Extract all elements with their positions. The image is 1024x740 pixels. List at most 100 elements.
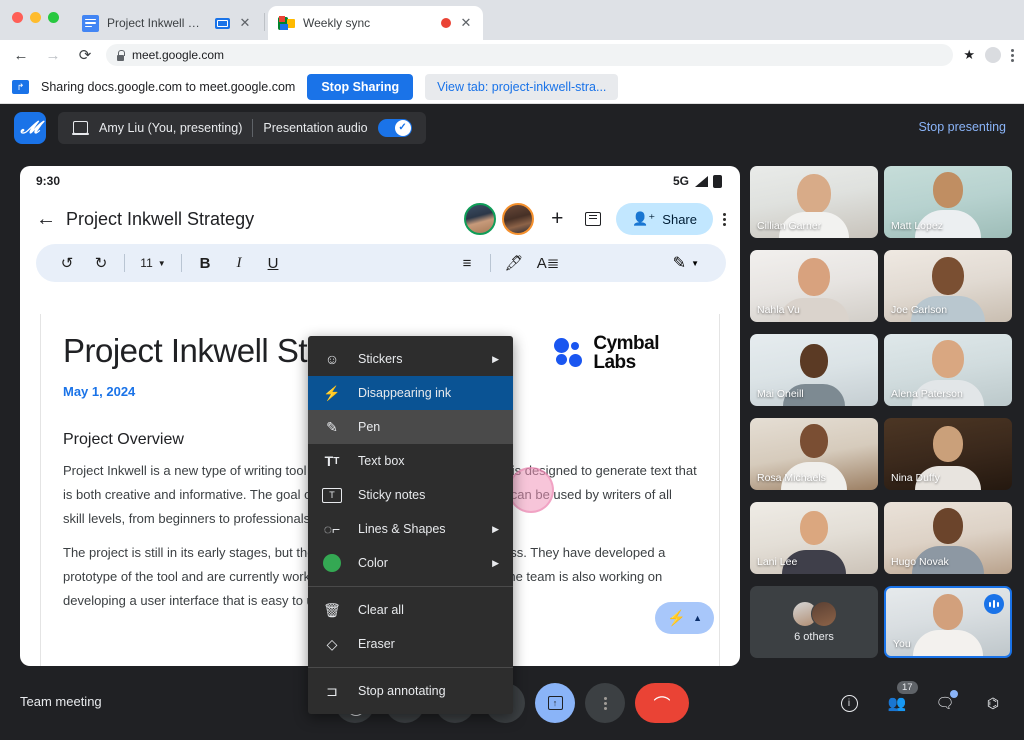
people-icon: 👥 xyxy=(888,694,907,712)
divider xyxy=(181,254,182,272)
font-size-selector[interactable]: 11 ▼ xyxy=(131,248,175,278)
stop-presenting-link[interactable]: Stop presenting xyxy=(918,120,1006,134)
screen-share-icon xyxy=(12,80,29,94)
participant-tile[interactable]: Mai Oneill xyxy=(750,334,878,406)
menu-item-label: Pen xyxy=(358,420,499,434)
pen-icon: ✎ xyxy=(322,417,342,437)
participants-button[interactable]: 👥 17 xyxy=(886,692,908,714)
annotation-context-menu: ☺ Stickers ▶ ⚡ Disappearing ink ✎ Pen TT… xyxy=(308,336,513,714)
plus-icon[interactable]: + xyxy=(544,206,570,232)
leave-call-button[interactable]: ⌒ xyxy=(635,683,689,723)
participant-name: Matt Lopez xyxy=(891,220,943,232)
self-participant-tile[interactable]: You xyxy=(884,586,1012,658)
avatar[interactable] xyxy=(502,203,534,235)
sticky-note-icon: T xyxy=(322,488,342,503)
back-arrow-icon[interactable]: ← xyxy=(36,209,56,229)
reload-icon[interactable]: ⟳ xyxy=(74,44,96,66)
participant-tile[interactable]: Alena Paterson xyxy=(884,334,1012,406)
menu-item-pen[interactable]: ✎ Pen xyxy=(308,410,513,444)
browser-omnibar: ← → ⟳ meet.google.com ★ xyxy=(0,40,1024,70)
menu-item-stickers[interactable]: ☺ Stickers ▶ xyxy=(308,342,513,376)
star-icon[interactable]: ★ xyxy=(963,47,975,63)
underline-button[interactable]: U xyxy=(256,248,290,278)
window-maximize-button[interactable] xyxy=(48,12,59,23)
phone-status-bar: 9:30 5G xyxy=(20,166,740,196)
chevron-down-icon: ▼ xyxy=(158,259,166,268)
menu-divider xyxy=(308,586,513,587)
ink-annotate-icon[interactable]: 🖋 xyxy=(497,248,531,278)
close-icon[interactable]: ✕ xyxy=(459,15,473,31)
disappearing-ink-icon: ⚡ xyxy=(667,609,686,627)
participant-tile[interactable]: Matt Lopez xyxy=(884,166,1012,238)
italic-button[interactable]: I xyxy=(222,248,256,278)
participant-tile[interactable]: Nahla Vu xyxy=(750,250,878,322)
menu-divider xyxy=(308,667,513,668)
info-icon: i xyxy=(841,695,858,712)
bold-button[interactable]: B xyxy=(188,248,222,278)
participant-tile[interactable]: Lani Lee xyxy=(750,502,878,574)
share-button[interactable]: 👤⁺ Share xyxy=(616,203,713,235)
meeting-name: Team meeting xyxy=(20,694,102,709)
menu-item-color[interactable]: Color ▶ xyxy=(308,546,513,580)
menu-item-label: Stickers xyxy=(358,352,476,366)
overflow-participants-tile[interactable]: 6 others xyxy=(750,586,878,658)
chevron-right-icon: ▶ xyxy=(492,558,499,569)
participant-tile[interactable]: Nina Duffy xyxy=(884,418,1012,490)
profile-avatar-icon[interactable] xyxy=(985,47,1001,63)
status-time: 9:30 xyxy=(36,174,60,188)
window-close-button[interactable] xyxy=(12,12,23,23)
annotation-toolbar-fab[interactable]: ⚡ ▲ xyxy=(655,602,714,634)
redo-icon[interactable]: ↻ xyxy=(84,248,118,278)
url-text: meet.google.com xyxy=(132,48,224,62)
browser-tab-docs[interactable]: Project Inkwell Strategy ✕ xyxy=(72,6,262,40)
collaborator-avatars xyxy=(464,203,534,235)
menu-item-sticky-notes[interactable]: T Sticky notes xyxy=(308,478,513,512)
browser-tab-meet[interactable]: Weekly sync ✕ xyxy=(268,6,483,40)
more-options-button[interactable] xyxy=(585,683,625,723)
menu-item-disappearing-ink[interactable]: ⚡ Disappearing ink xyxy=(308,376,513,410)
browser-tab-strip: Project Inkwell Strategy ✕ Weekly sync ✕ xyxy=(0,0,1024,40)
address-bar[interactable]: meet.google.com xyxy=(106,44,953,66)
menu-item-eraser[interactable]: ◇ Eraser xyxy=(308,627,513,661)
avatar[interactable] xyxy=(464,203,496,235)
presentation-bar: 𝓜 Amy Liu (You, presenting) Presentation… xyxy=(0,104,1024,152)
pen-icon: ✎ xyxy=(673,253,686,273)
chat-button[interactable]: 🗨 xyxy=(934,692,956,714)
participant-tile[interactable]: Hugo Novak xyxy=(884,502,1012,574)
stop-sharing-button[interactable]: Stop Sharing xyxy=(307,74,413,100)
kebab-menu-icon[interactable] xyxy=(1011,49,1014,62)
activities-button[interactable]: ⌬ xyxy=(982,692,1004,714)
undo-icon[interactable]: ↺ xyxy=(50,248,84,278)
menu-item-clear-all[interactable]: 🗑 Clear all xyxy=(308,593,513,627)
participant-tile[interactable]: Cillian Garner xyxy=(750,166,878,238)
window-minimize-button[interactable] xyxy=(30,12,41,23)
kebab-menu-icon xyxy=(604,697,607,710)
menu-item-lines-shapes[interactable]: ◌⌐ Lines & Shapes ▶ xyxy=(308,512,513,546)
menu-item-text-box[interactable]: TT Text box xyxy=(308,444,513,478)
presenter-name: Amy Liu (You, presenting) xyxy=(99,121,242,135)
document-title: Project Inkwell Strategy xyxy=(66,209,454,230)
menu-item-stop-annotating[interactable]: ⊐ Stop annotating xyxy=(308,674,513,708)
presenting-status-pill: Amy Liu (You, presenting) Presentation a… xyxy=(58,112,426,144)
present-now-button[interactable] xyxy=(535,683,575,723)
participant-tile[interactable]: Rosa Michaels xyxy=(750,418,878,490)
battery-icon xyxy=(713,175,722,188)
pen-tool-button[interactable]: ✎ ▼ xyxy=(660,247,712,279)
back-arrow-icon[interactable]: ← xyxy=(10,44,32,66)
kebab-menu-icon[interactable] xyxy=(723,213,726,226)
menu-item-label: Stop annotating xyxy=(358,684,499,698)
text-format-icon[interactable]: A≣ xyxy=(531,248,565,278)
align-icon[interactable]: ≡ xyxy=(450,248,484,278)
docs-app-header: ← Project Inkwell Strategy + 👤⁺ Share xyxy=(20,196,740,242)
comment-icon[interactable] xyxy=(580,206,606,232)
meeting-details-button[interactable]: i xyxy=(838,692,860,714)
chevron-down-icon: ▼ xyxy=(691,259,699,268)
view-tab-button[interactable]: View tab: project-inkwell-stra... xyxy=(425,74,618,100)
presentation-audio-toggle[interactable] xyxy=(378,119,412,137)
participant-tile[interactable]: Joe Carlson xyxy=(884,250,1012,322)
network-label: 5G xyxy=(673,174,689,188)
share-message: Sharing docs.google.com to meet.google.c… xyxy=(41,80,295,94)
close-icon[interactable]: ✕ xyxy=(238,15,252,31)
participant-grid: Cillian Garner Matt Lopez Nahla Vu Joe C… xyxy=(750,166,1012,666)
brand-logo: Cymbal Labs xyxy=(554,334,659,372)
